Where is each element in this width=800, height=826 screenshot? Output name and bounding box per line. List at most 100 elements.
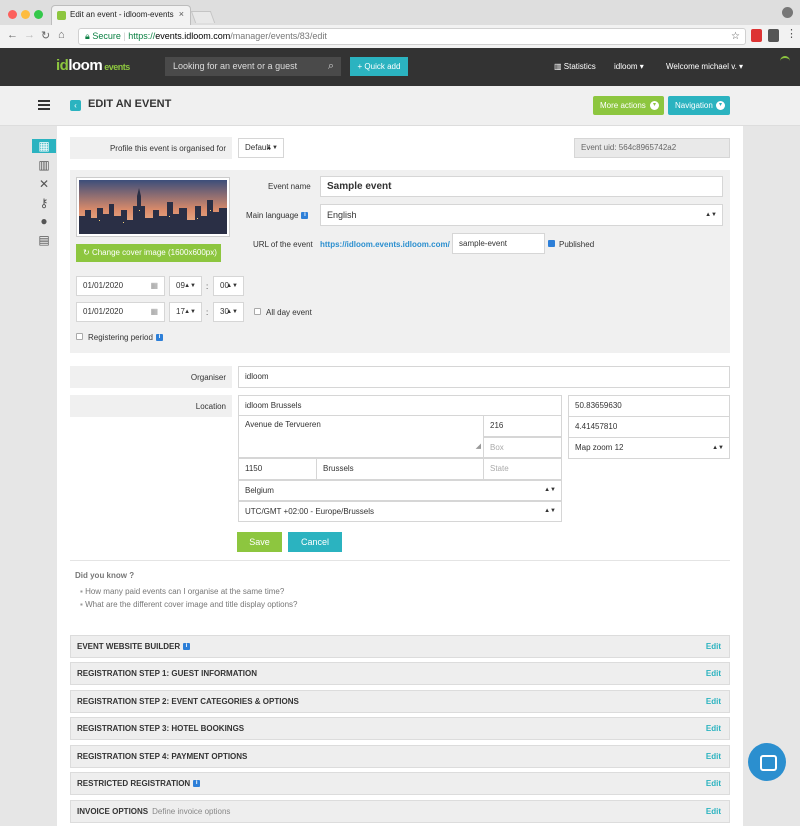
location-label-cell: Location [70,395,232,417]
longitude-input[interactable]: 4.41457810 [568,416,730,438]
chat-bubble-icon[interactable] [748,743,786,781]
address-bar[interactable]: 🔒︎ Secure | https://events.idloom.com/ma… [78,28,746,45]
idloom-logo[interactable]: idloom events [56,57,130,74]
event-name-input[interactable]: Sample event [320,176,723,197]
refresh-icon: ↻ [83,248,92,257]
close-tab-icon[interactable]: × [179,9,184,19]
section-restricted-registration[interactable]: RESTRICTED REGISTRATION i Edit [70,772,730,795]
section-registration-step-3[interactable]: REGISTRATION STEP 3: HOTEL BOOKINGS Edit [70,717,730,740]
account-dropdown[interactable]: idloom ▾ [614,62,644,71]
lock-icon: 🔒︎ [85,31,90,41]
latitude-input[interactable]: 50.83659630 [568,395,730,417]
save-button[interactable]: Save [237,532,282,552]
back-arrow-icon[interactable]: ← [7,29,18,41]
start-hour-select[interactable]: 09 ▲▼ [169,276,202,296]
edit-link[interactable]: Edit [706,773,721,795]
search-input[interactable]: Looking for an event or a guest ⌕ [165,57,341,76]
logo-events: events [104,62,130,72]
main-language-select[interactable]: English ▲▼ [320,204,723,226]
end-hour-select[interactable]: 17 ▲▼ [169,302,202,322]
organiser-input[interactable]: idloom [238,366,730,388]
new-tab-button[interactable] [190,11,216,23]
main-language-label: Main language i [246,211,309,220]
card-icon[interactable]: ▤ [32,233,56,247]
section-invoice-options[interactable]: INVOICE OPTIONS Define invoice options Edi… [70,800,730,823]
end-date-input[interactable]: 01/01/2020 ▦ [76,302,165,322]
search-icon[interactable]: ⌕ [328,57,334,76]
navigation-button[interactable]: Navigation ▾ [668,96,730,115]
reload-icon[interactable]: ↻ [41,29,50,42]
published-checkbox[interactable] [548,240,555,247]
select-arrows-icon: ▲▼ [184,309,196,315]
extension-icon[interactable] [751,29,762,42]
cancel-button[interactable]: Cancel [288,532,342,552]
end-minute-select[interactable]: 30 ▲▼ [213,302,244,322]
state-input[interactable]: State [483,458,562,480]
zip-input[interactable]: 1150 [238,458,317,480]
edit-link[interactable]: Edit [706,746,721,768]
minimize-window-icon[interactable] [21,10,30,19]
tools-icon[interactable]: ✕ [32,177,56,191]
section-event-website-builder[interactable]: EVENT WEBSITE BUILDER i Edit [70,635,730,658]
box-input[interactable]: Box [483,437,562,458]
start-date-input[interactable]: 01/01/2020 ▦ [76,276,165,296]
section-registration-step-1[interactable]: REGISTRATION STEP 1: GUEST INFORMATION Ed… [70,662,730,685]
edit-link[interactable]: Edit [706,801,721,823]
calendar-icon[interactable]: ▦ [150,303,158,321]
map-zoom-value: Map zoom 12 [575,443,624,452]
page-title: EDIT AN EVENT [88,98,172,110]
registering-period-checkbox[interactable] [76,333,83,340]
user-menu[interactable]: Welcome michael v. ▾ [666,62,743,71]
change-cover-button[interactable]: ↻ Change cover image (1600x600px) [76,244,221,262]
menu-kebab-icon[interactable]: ⋮ [786,27,797,40]
street-number-input[interactable]: 216 [483,415,562,437]
url-prefix-link[interactable]: https://idloom.events.idloom.com/ [320,240,450,249]
profile-select[interactable]: Default ▲▼ [238,138,284,158]
tip-link[interactable]: ▪ What are the different cover image and… [80,600,297,609]
url-slug-input[interactable]: sample-event [452,233,545,254]
resize-handle-icon[interactable]: ◢ [476,438,481,456]
forward-arrow-icon[interactable]: → [24,29,35,41]
start-date-value: 01/01/2020 [83,281,124,290]
statistics-label: Statistics [563,62,596,71]
home-icon[interactable]: ⌂ [58,29,65,41]
bookmark-star-icon[interactable]: ☆ [731,29,740,44]
back-chevron-icon[interactable]: ‹ [70,100,81,111]
statistics-link[interactable]: ▥ Statistics [554,62,596,71]
maximize-window-icon[interactable] [34,10,43,19]
street-textarea[interactable]: Avenue de Tervueren ◢ [238,415,484,458]
location-name-input[interactable]: idloom Brussels [238,395,562,416]
profile-icon[interactable] [782,7,793,18]
calendar-icon[interactable]: ▦ [150,277,158,295]
info-icon[interactable]: i [193,780,201,788]
section-subtitle: Define invoice options [152,807,231,816]
hamburger-menu-icon[interactable] [38,100,50,110]
map-zoom-select[interactable]: Map zoom 12 ▲▼ [568,437,730,459]
close-window-icon[interactable] [8,10,17,19]
timezone-select[interactable]: UTC/GMT +02:00 - Europe/Brussels ▲▼ [238,501,562,522]
section-registration-step-4[interactable]: REGISTRATION STEP 4: PAYMENT OPTIONS Edit [70,745,730,768]
city-input[interactable]: Brussels [316,458,484,480]
edit-link[interactable]: Edit [706,691,721,713]
section-registration-step-2[interactable]: REGISTRATION STEP 2: EVENT CATEGORIES & … [70,690,730,713]
quick-add-button[interactable]: + Quick add [350,57,408,76]
edit-link[interactable]: Edit [706,663,721,685]
calendar-icon[interactable]: ▦ [32,139,56,153]
browser-tab[interactable]: Edit an event - idloom-events × [51,5,191,25]
start-minute-select[interactable]: 00 ▲▼ [213,276,244,296]
user-icon[interactable]: ● [32,214,56,228]
all-day-checkbox[interactable] [254,308,261,315]
info-icon[interactable]: i [301,212,309,220]
chart-icon[interactable]: ▥ [32,158,56,172]
edit-link[interactable]: Edit [706,636,721,658]
edit-link[interactable]: Edit [706,718,721,740]
timezone-value: UTC/GMT +02:00 - Europe/Brussels [245,507,375,516]
key-icon[interactable]: ⚷ [32,196,56,210]
info-icon[interactable]: i [155,334,163,342]
country-select[interactable]: Belgium ▲▼ [238,480,562,501]
info-icon[interactable]: i [183,643,191,651]
extension-icon[interactable] [768,29,779,42]
section-label: REGISTRATION STEP 3: HOTEL BOOKINGS [77,724,245,733]
more-actions-button[interactable]: More actions ▾ [593,96,664,115]
tip-link[interactable]: ▪ How many paid events can I organise at… [80,587,284,596]
